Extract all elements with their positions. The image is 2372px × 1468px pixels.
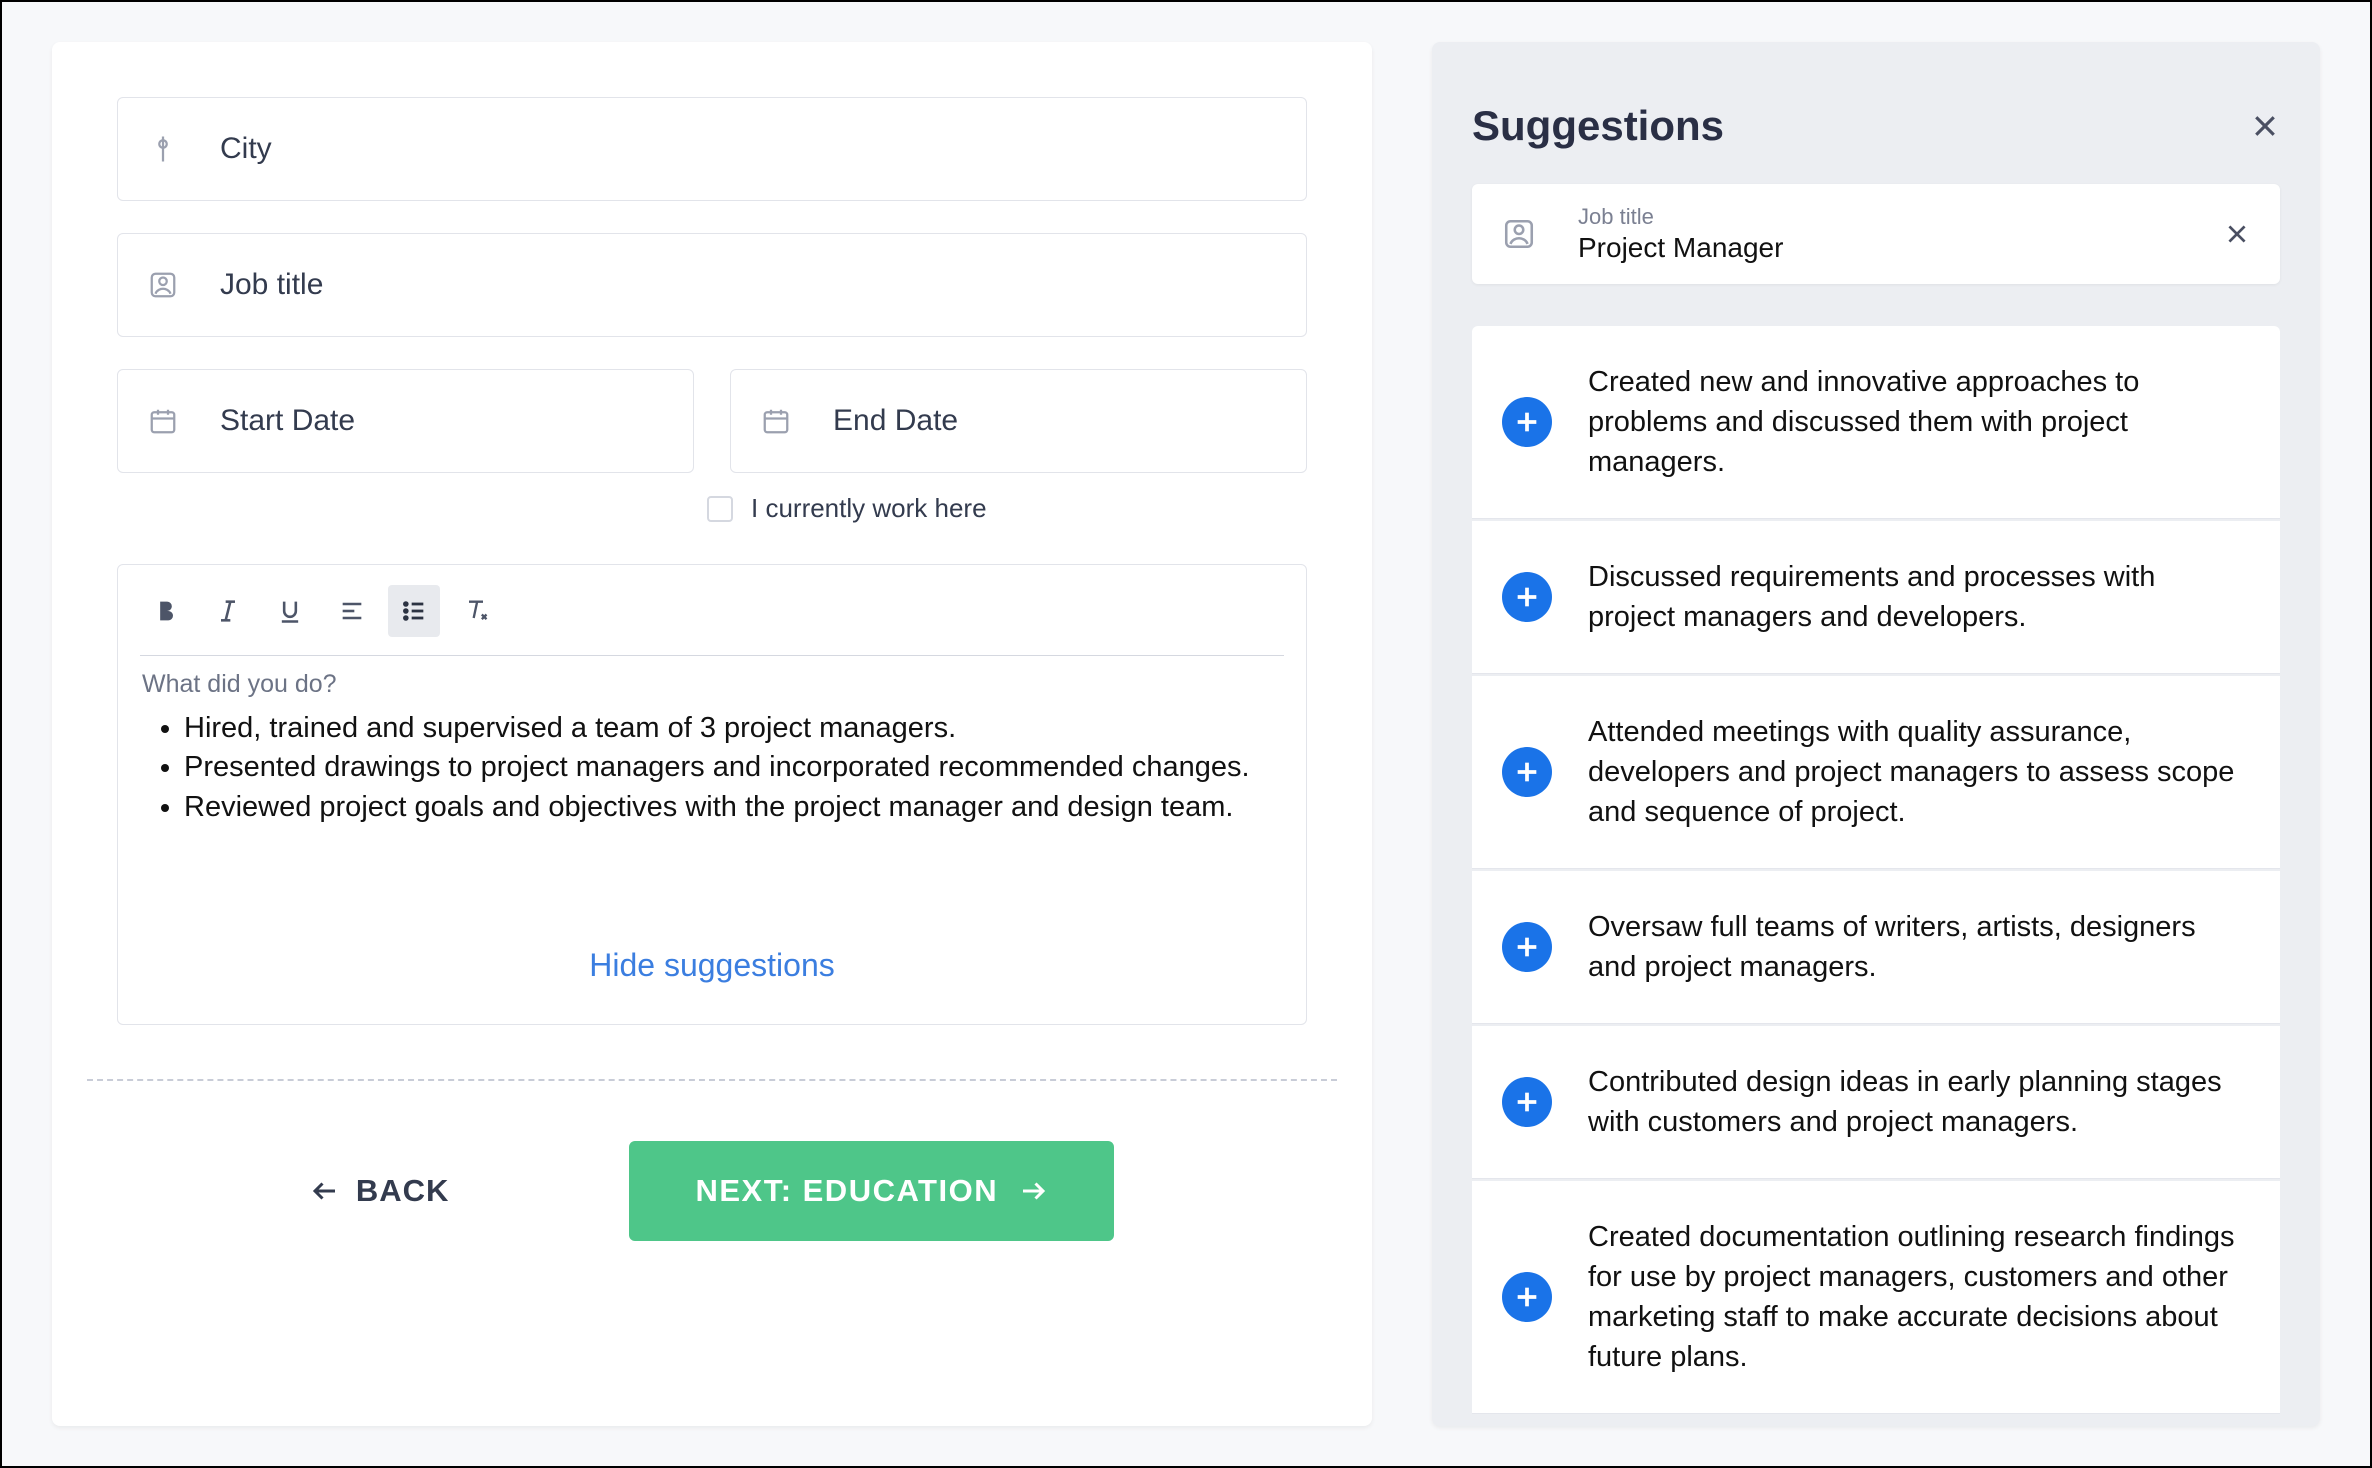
currently-work-row[interactable]: I currently work here [707,493,1307,524]
form-panel: City Job title Start Date End Date I cur… [52,42,1372,1426]
plus-icon [1513,758,1541,786]
start-date-field[interactable]: Start Date [117,369,694,473]
plus-icon [1513,583,1541,611]
clear-format-button[interactable] [450,585,502,637]
job-title-value: Project Manager [1578,232,2224,264]
job-title-field[interactable]: Job title [117,233,1307,337]
close-icon [2224,221,2250,247]
hide-suggestions-label: Hide suggestions [589,947,834,983]
suggestion-item[interactable]: Contributed design ideas in early planni… [1472,1026,2280,1179]
suggestion-text: Created documentation outlining research… [1588,1217,2250,1377]
suggestion-text: Created new and innovative approaches to… [1588,362,2250,482]
add-suggestion-button[interactable] [1502,1272,1552,1322]
end-date-placeholder: End Date [833,404,958,438]
dates-row: Start Date End Date [117,369,1307,473]
plus-icon [1513,1088,1541,1116]
person-icon [1500,215,1538,253]
suggestion-text: Attended meetings with quality assurance… [1588,712,2250,832]
job-title-box: Job title Project Manager [1472,184,2280,284]
plus-icon [1513,1283,1541,1311]
suggestions-title: Suggestions [1472,102,1724,150]
job-title-meta: Job title Project Manager [1578,204,2224,264]
arrow-right-icon [1018,1176,1048,1206]
close-icon [2250,111,2280,141]
end-date-field[interactable]: End Date [730,369,1307,473]
calendar-icon [759,404,793,438]
editor-toolbar [118,565,1306,637]
list-item: Presented drawings to project managers a… [184,748,1282,787]
next-button[interactable]: NEXT: EDUCATION [629,1141,1114,1241]
arrow-left-icon [310,1176,340,1206]
underline-button[interactable] [264,585,316,637]
add-suggestion-button[interactable] [1502,747,1552,797]
city-placeholder: City [220,132,272,166]
footer-buttons: BACK NEXT: EDUCATION [117,1141,1307,1241]
suggestion-item[interactable]: Attended meetings with quality assurance… [1472,676,2280,869]
italic-button[interactable] [202,585,254,637]
suggestion-item[interactable]: Created new and innovative approaches to… [1472,326,2280,519]
suggestion-item[interactable]: Created documentation outlining research… [1472,1181,2280,1414]
suggestion-item[interactable]: Oversaw full teams of writers, artists, … [1472,871,2280,1024]
bold-button[interactable] [140,585,192,637]
add-suggestion-button[interactable] [1502,572,1552,622]
job-title-label: Job title [1578,204,2224,230]
next-label: NEXT: EDUCATION [695,1173,998,1209]
suggestions-list: Created new and innovative approaches to… [1472,326,2280,1414]
description-editor: What did you do? Hired, trained and supe… [117,564,1307,1025]
editor-content[interactable]: What did you do? Hired, trained and supe… [118,656,1306,827]
suggestion-text: Oversaw full teams of writers, artists, … [1588,907,2250,987]
clear-job-title-button[interactable] [2224,221,2250,247]
suggestions-header: Suggestions [1472,102,2280,150]
calendar-icon [146,404,180,438]
editor-question: What did you do? [142,670,1282,699]
separator [87,1079,1337,1081]
person-icon [146,268,180,302]
currently-work-checkbox[interactable] [707,496,733,522]
suggestion-item[interactable]: Discussed requirements and processes wit… [1472,521,2280,674]
add-suggestion-button[interactable] [1502,397,1552,447]
back-button[interactable]: BACK [310,1173,450,1209]
back-label: BACK [356,1173,450,1209]
hide-suggestions-button[interactable]: Hide suggestions [118,947,1306,1024]
currently-work-label: I currently work here [751,493,987,524]
city-field[interactable]: City [117,97,1307,201]
suggestion-text: Discussed requirements and processes wit… [1588,557,2250,637]
plus-icon [1513,933,1541,961]
start-date-placeholder: Start Date [220,404,355,438]
list-item: Hired, trained and supervised a team of … [184,709,1282,748]
bullet-list: Hired, trained and supervised a team of … [142,709,1282,827]
location-pin-icon [146,132,180,166]
close-suggestions-button[interactable] [2250,111,2280,141]
add-suggestion-button[interactable] [1502,1077,1552,1127]
add-suggestion-button[interactable] [1502,922,1552,972]
suggestions-panel: Suggestions Job title Project Manager Cr… [1432,42,2320,1426]
list-item: Reviewed project goals and objectives wi… [184,788,1282,827]
align-button[interactable] [326,585,378,637]
plus-icon [1513,408,1541,436]
job-title-placeholder: Job title [220,268,323,302]
suggestion-text: Contributed design ideas in early planni… [1588,1062,2250,1142]
bullet-list-button[interactable] [388,585,440,637]
